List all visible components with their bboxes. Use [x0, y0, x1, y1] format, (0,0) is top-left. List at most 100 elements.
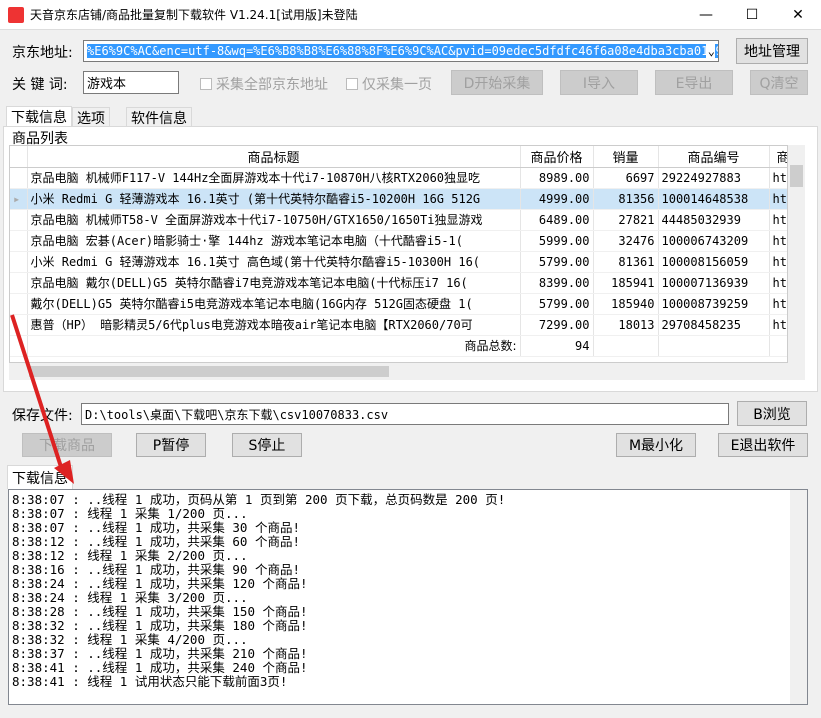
stop-button[interactable]: S停止 — [232, 433, 302, 457]
cell: http — [769, 167, 788, 188]
cell: 6489.00 — [520, 209, 593, 230]
table-row[interactable]: 惠普（HP） 暗影精灵5/6代plus电竞游戏本暗夜air笔记本电脑【RTX20… — [10, 314, 788, 335]
col-id[interactable]: 商品编号 — [658, 146, 769, 167]
cell: 5999.00 — [520, 230, 593, 251]
tab-download-info[interactable]: 下载信息 — [6, 106, 72, 126]
cell: 小米 Redmi G 轻薄游戏本 16.1英寸 高色域(第十代英特尔酷睿i5-1… — [27, 251, 520, 272]
one-page-checkbox[interactable]: 仅采集一页 — [346, 74, 432, 94]
import-button[interactable]: I导入 — [560, 70, 638, 95]
cell: 18013 — [593, 314, 658, 335]
cell: 100014648538 — [658, 188, 769, 209]
collect-all-checkbox[interactable]: 采集全部京东地址 — [200, 74, 328, 94]
log-line: 8:38:24 : 线程 1 采集 3/200 页... — [12, 591, 804, 605]
cell: 100007136939 — [658, 272, 769, 293]
cell: 京品电脑 宏碁(Acer)暗影骑士·擎 144hz 游戏本笔记本电脑（十代酷睿i… — [27, 230, 520, 251]
cell: 8399.00 — [520, 272, 593, 293]
clear-button[interactable]: Q清空 — [750, 70, 808, 95]
cell: 44485032939 — [658, 209, 769, 230]
total-label: 商品总数: — [27, 335, 520, 356]
browse-button[interactable]: B浏览 — [737, 401, 807, 426]
vertical-scrollbar[interactable] — [788, 145, 805, 363]
cell: 戴尔(DELL)G5 英特尔酷睿i5电竞游戏本笔记本电脑(16G内存 512G固… — [27, 293, 520, 314]
keyword-input[interactable]: 游戏本 — [83, 71, 179, 94]
log-line: 8:38:12 : 线程 1 采集 2/200 页... — [12, 549, 804, 563]
log-line: 8:38:37 : ..线程 1 成功，共采集 210 个商品! — [12, 647, 804, 661]
table-row[interactable]: 京品电脑 机械师T58-V 全面屏游戏本十代i7-10750H/GTX1650/… — [10, 209, 788, 230]
close-button[interactable]: ✕ — [775, 0, 821, 30]
cell: 8989.00 — [520, 167, 593, 188]
product-table[interactable]: 商品标题商品价格销量商品编号商品 京品电脑 机械师F117-V 144Hz全面屏… — [9, 145, 788, 363]
window-title: 天音京东店铺/商品批量复制下载软件 V1.24.1[试用版]未登陆 — [30, 6, 683, 23]
log-output[interactable]: 8:38:07 : ..线程 1 成功，页码从第 1 页到第 200 页下载，总… — [8, 489, 808, 705]
log-line: 8:38:07 : ..线程 1 成功，页码从第 1 页到第 200 页下载，总… — [12, 493, 804, 507]
cell: 京品电脑 机械师T58-V 全面屏游戏本十代i7-10750H/GTX1650/… — [27, 209, 520, 230]
col-title[interactable]: 商品标题 — [27, 146, 520, 167]
cell: 27821 — [593, 209, 658, 230]
url-value: %E6%9C%AC&enc=utf-8&wq=%E6%B8%B8%E6%88%8… — [87, 44, 719, 58]
start-collect-button[interactable]: D开始采集 — [451, 70, 543, 95]
table-row[interactable]: 戴尔(DELL)G5 英特尔酷睿i5电竞游戏本笔记本电脑(16G内存 512G固… — [10, 293, 788, 314]
total-value: 94 — [520, 335, 593, 356]
cell: http — [769, 230, 788, 251]
cell: 5799.00 — [520, 251, 593, 272]
cell: 惠普（HP） 暗影精灵5/6代plus电竞游戏本暗夜air笔记本电脑【RTX20… — [27, 314, 520, 335]
chevron-down-icon[interactable]: ⌄ — [706, 44, 715, 58]
log-line: 8:38:24 : ..线程 1 成功，共采集 120 个商品! — [12, 577, 804, 591]
cell: 81361 — [593, 251, 658, 272]
table-row[interactable]: 小米 Redmi G 轻薄游戏本 16.1英寸 高色域(第十代英特尔酷睿i5-1… — [10, 251, 788, 272]
cell: 100008156059 — [658, 251, 769, 272]
row-indicator — [10, 251, 27, 272]
table-row[interactable]: 京品电脑 机械师F117-V 144Hz全面屏游戏本十代i7-10870H八核R… — [10, 167, 788, 188]
minimize-button[interactable]: — — [683, 0, 729, 30]
table-row[interactable]: 京品电脑 戴尔(DELL)G5 英特尔酷睿i7电竞游戏本笔记本电脑(十代标压i7… — [10, 272, 788, 293]
cell: 29224927883 — [658, 167, 769, 188]
log-line: 8:38:41 : ..线程 1 成功，共采集 240 个商品! — [12, 661, 804, 675]
red-arrow-annotation — [0, 300, 90, 500]
col-price[interactable]: 商品价格 — [520, 146, 593, 167]
app-icon — [8, 7, 24, 23]
exit-app-button[interactable]: E退出软件 — [718, 433, 808, 457]
cell: http — [769, 209, 788, 230]
pause-button[interactable]: P暂停 — [136, 433, 206, 457]
address-manage-button[interactable]: 地址管理 — [736, 38, 808, 64]
export-button[interactable]: E导出 — [655, 70, 733, 95]
cell: 81356 — [593, 188, 658, 209]
cell: 7299.00 — [520, 314, 593, 335]
row-indicator — [10, 272, 27, 293]
log-line: 8:38:12 : ..线程 1 成功，共采集 60 个商品! — [12, 535, 804, 549]
log-line: 8:38:16 : ..线程 1 成功，共采集 90 个商品! — [12, 563, 804, 577]
cell: 100008739259 — [658, 293, 769, 314]
row-indicator — [10, 167, 27, 188]
title-bar: 天音京东店铺/商品批量复制下载软件 V1.24.1[试用版]未登陆 — ☐ ✕ — [0, 0, 821, 30]
log-line: 8:38:07 : ..线程 1 成功，共采集 30 个商品! — [12, 521, 804, 535]
cell: 32476 — [593, 230, 658, 251]
url-label: 京东地址: — [12, 42, 73, 62]
cell: 京品电脑 机械师F117-V 144Hz全面屏游戏本十代i7-10870H八核R… — [27, 167, 520, 188]
keyword-label: 关 键 词: — [12, 74, 68, 94]
cell: 100006743209 — [658, 230, 769, 251]
cell: 4999.00 — [520, 188, 593, 209]
log-line: 8:38:41 : 线程 1 试用状态只能下载前面3页! — [12, 675, 804, 689]
table-row[interactable]: 京品电脑 宏碁(Acer)暗影骑士·擎 144hz 游戏本笔记本电脑（十代酷睿i… — [10, 230, 788, 251]
col-sales[interactable]: 销量 — [593, 146, 658, 167]
maximize-button[interactable]: ☐ — [729, 0, 775, 30]
cell: http — [769, 251, 788, 272]
cell: http — [769, 314, 788, 335]
one-page-label: 仅采集一页 — [362, 74, 432, 94]
col-url[interactable]: 商品 — [769, 146, 788, 167]
log-line: 8:38:28 : ..线程 1 成功，共采集 150 个商品! — [12, 605, 804, 619]
cell: http — [769, 188, 788, 209]
horizontal-scrollbar[interactable] — [9, 363, 805, 380]
cell: 小米 Redmi G 轻薄游戏本 16.1英寸 (第十代英特尔酷睿i5-1020… — [27, 188, 520, 209]
log-line: 8:38:32 : ..线程 1 成功，共采集 180 个商品! — [12, 619, 804, 633]
tab-options[interactable]: 选项 — [72, 107, 110, 127]
tab-software-info[interactable]: 软件信息 — [126, 107, 192, 127]
url-combobox[interactable]: %E6%9C%AC&enc=utf-8&wq=%E6%B8%B8%E6%88%8… — [83, 40, 719, 62]
minimize-app-button[interactable]: M最小化 — [616, 433, 696, 457]
collect-all-label: 采集全部京东地址 — [216, 74, 328, 94]
table-row[interactable]: ▸小米 Redmi G 轻薄游戏本 16.1英寸 (第十代英特尔酷睿i5-102… — [10, 188, 788, 209]
save-file-input[interactable]: D:\tools\桌面\下载吧\京东下载\csv10070833.csv — [81, 403, 729, 425]
log-scrollbar[interactable] — [790, 490, 807, 704]
cell: 29708458235 — [658, 314, 769, 335]
row-indicator — [10, 209, 27, 230]
